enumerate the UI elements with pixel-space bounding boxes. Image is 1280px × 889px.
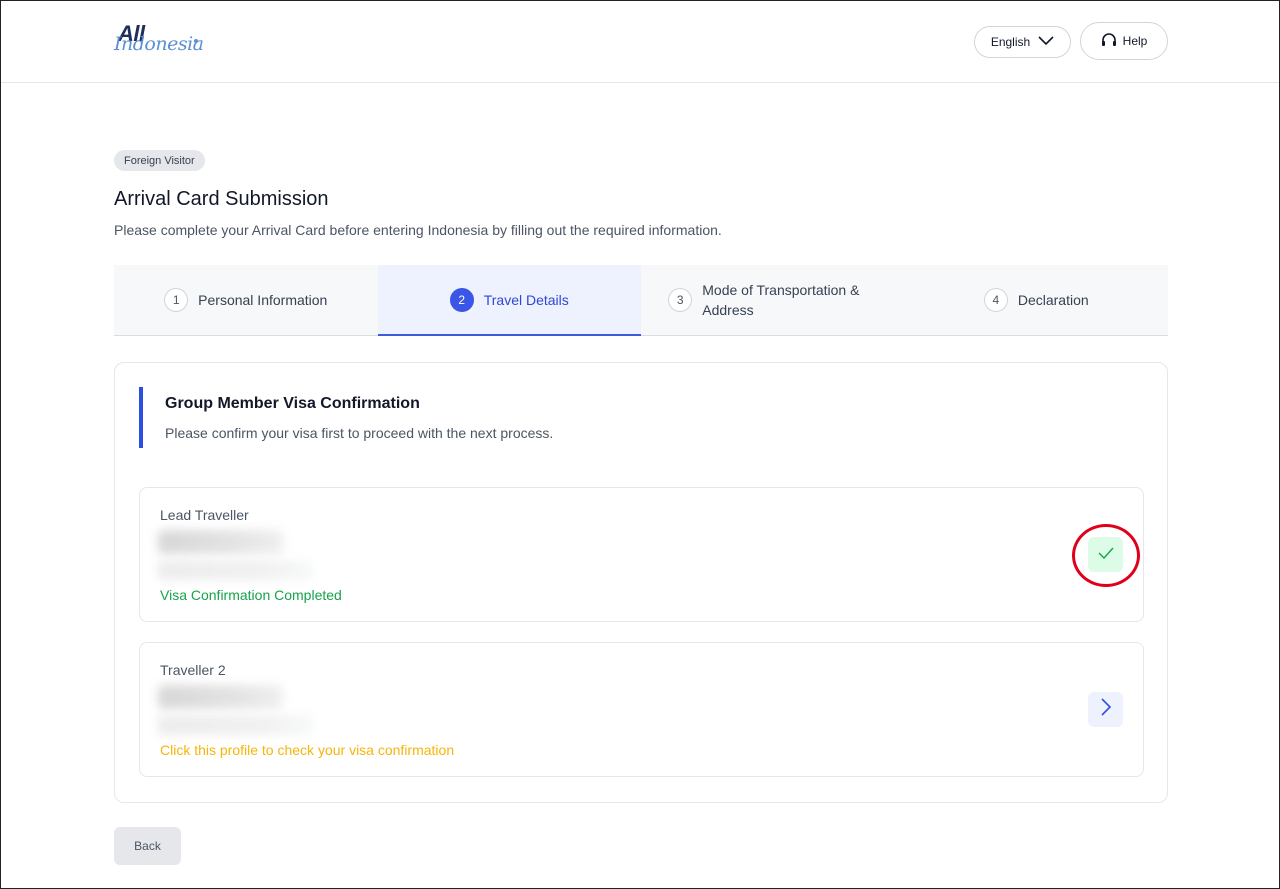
- language-selector[interactable]: English: [974, 26, 1071, 58]
- help-button[interactable]: Help: [1080, 22, 1168, 60]
- step-declaration[interactable]: 4 Declaration: [905, 265, 1169, 335]
- visa-confirmation-card: Group Member Visa Confirmation Please co…: [114, 362, 1168, 803]
- step-label: Travel Details: [483, 291, 569, 308]
- traveller-label: Lead Traveller: [160, 507, 249, 523]
- traveller-card-lead[interactable]: Lead Traveller Visa Confirmation Complet…: [139, 487, 1144, 622]
- chevron-right-icon: [1100, 698, 1111, 721]
- help-label: Help: [1122, 34, 1148, 48]
- step-travel-details[interactable]: 2 Travel Details: [377, 265, 641, 336]
- redacted-name: [158, 530, 283, 554]
- redacted-details: [158, 715, 313, 735]
- chevron-down-icon: [1038, 35, 1054, 49]
- back-button[interactable]: Back: [114, 827, 181, 865]
- logo-text-indonesia: Indonesia: [114, 33, 204, 55]
- top-header: All Indonesia English Help: [1, 1, 1279, 83]
- step-label: Declaration: [1017, 292, 1089, 308]
- language-label: English: [990, 35, 1031, 49]
- logo-dot: [194, 39, 198, 43]
- step-number: 1: [164, 288, 189, 312]
- section-header: Group Member Visa Confirmation Please co…: [139, 387, 553, 448]
- visa-status: Click this profile to check your visa co…: [160, 742, 455, 758]
- step-number: 2: [449, 287, 474, 312]
- headset-icon: [1101, 32, 1117, 50]
- visitor-type-badge: Foreign Visitor: [114, 150, 205, 171]
- page-subtitle: Please complete your Arrival Card before…: [114, 222, 722, 238]
- section-subtitle: Please confirm your visa first to procee…: [165, 425, 554, 441]
- step-personal-information[interactable]: 1 Personal Information: [114, 265, 378, 335]
- all-indonesia-logo[interactable]: All Indonesia: [114, 19, 214, 63]
- open-profile-button[interactable]: [1088, 692, 1123, 727]
- redacted-details: [158, 560, 313, 580]
- visa-status: Visa Confirmation Completed: [160, 587, 342, 603]
- step-label: Mode of Transportation & Address: [702, 282, 860, 318]
- annotation-circle: [1072, 524, 1140, 587]
- step-mode-of-transportation[interactable]: 3 Mode of Transportation & Address: [641, 265, 905, 335]
- redacted-name: [158, 685, 283, 709]
- traveller-label: Traveller 2: [160, 662, 226, 678]
- page-title: Arrival Card Submission: [114, 188, 329, 210]
- progress-stepper: 1 Personal Information 2 Travel Details …: [114, 265, 1168, 336]
- traveller-card-2[interactable]: Traveller 2 Click this profile to check …: [139, 642, 1144, 777]
- section-title: Group Member Visa Confirmation: [165, 395, 420, 412]
- step-label: Personal Information: [198, 292, 328, 308]
- step-number: 4: [983, 288, 1008, 312]
- step-number: 3: [668, 288, 693, 312]
